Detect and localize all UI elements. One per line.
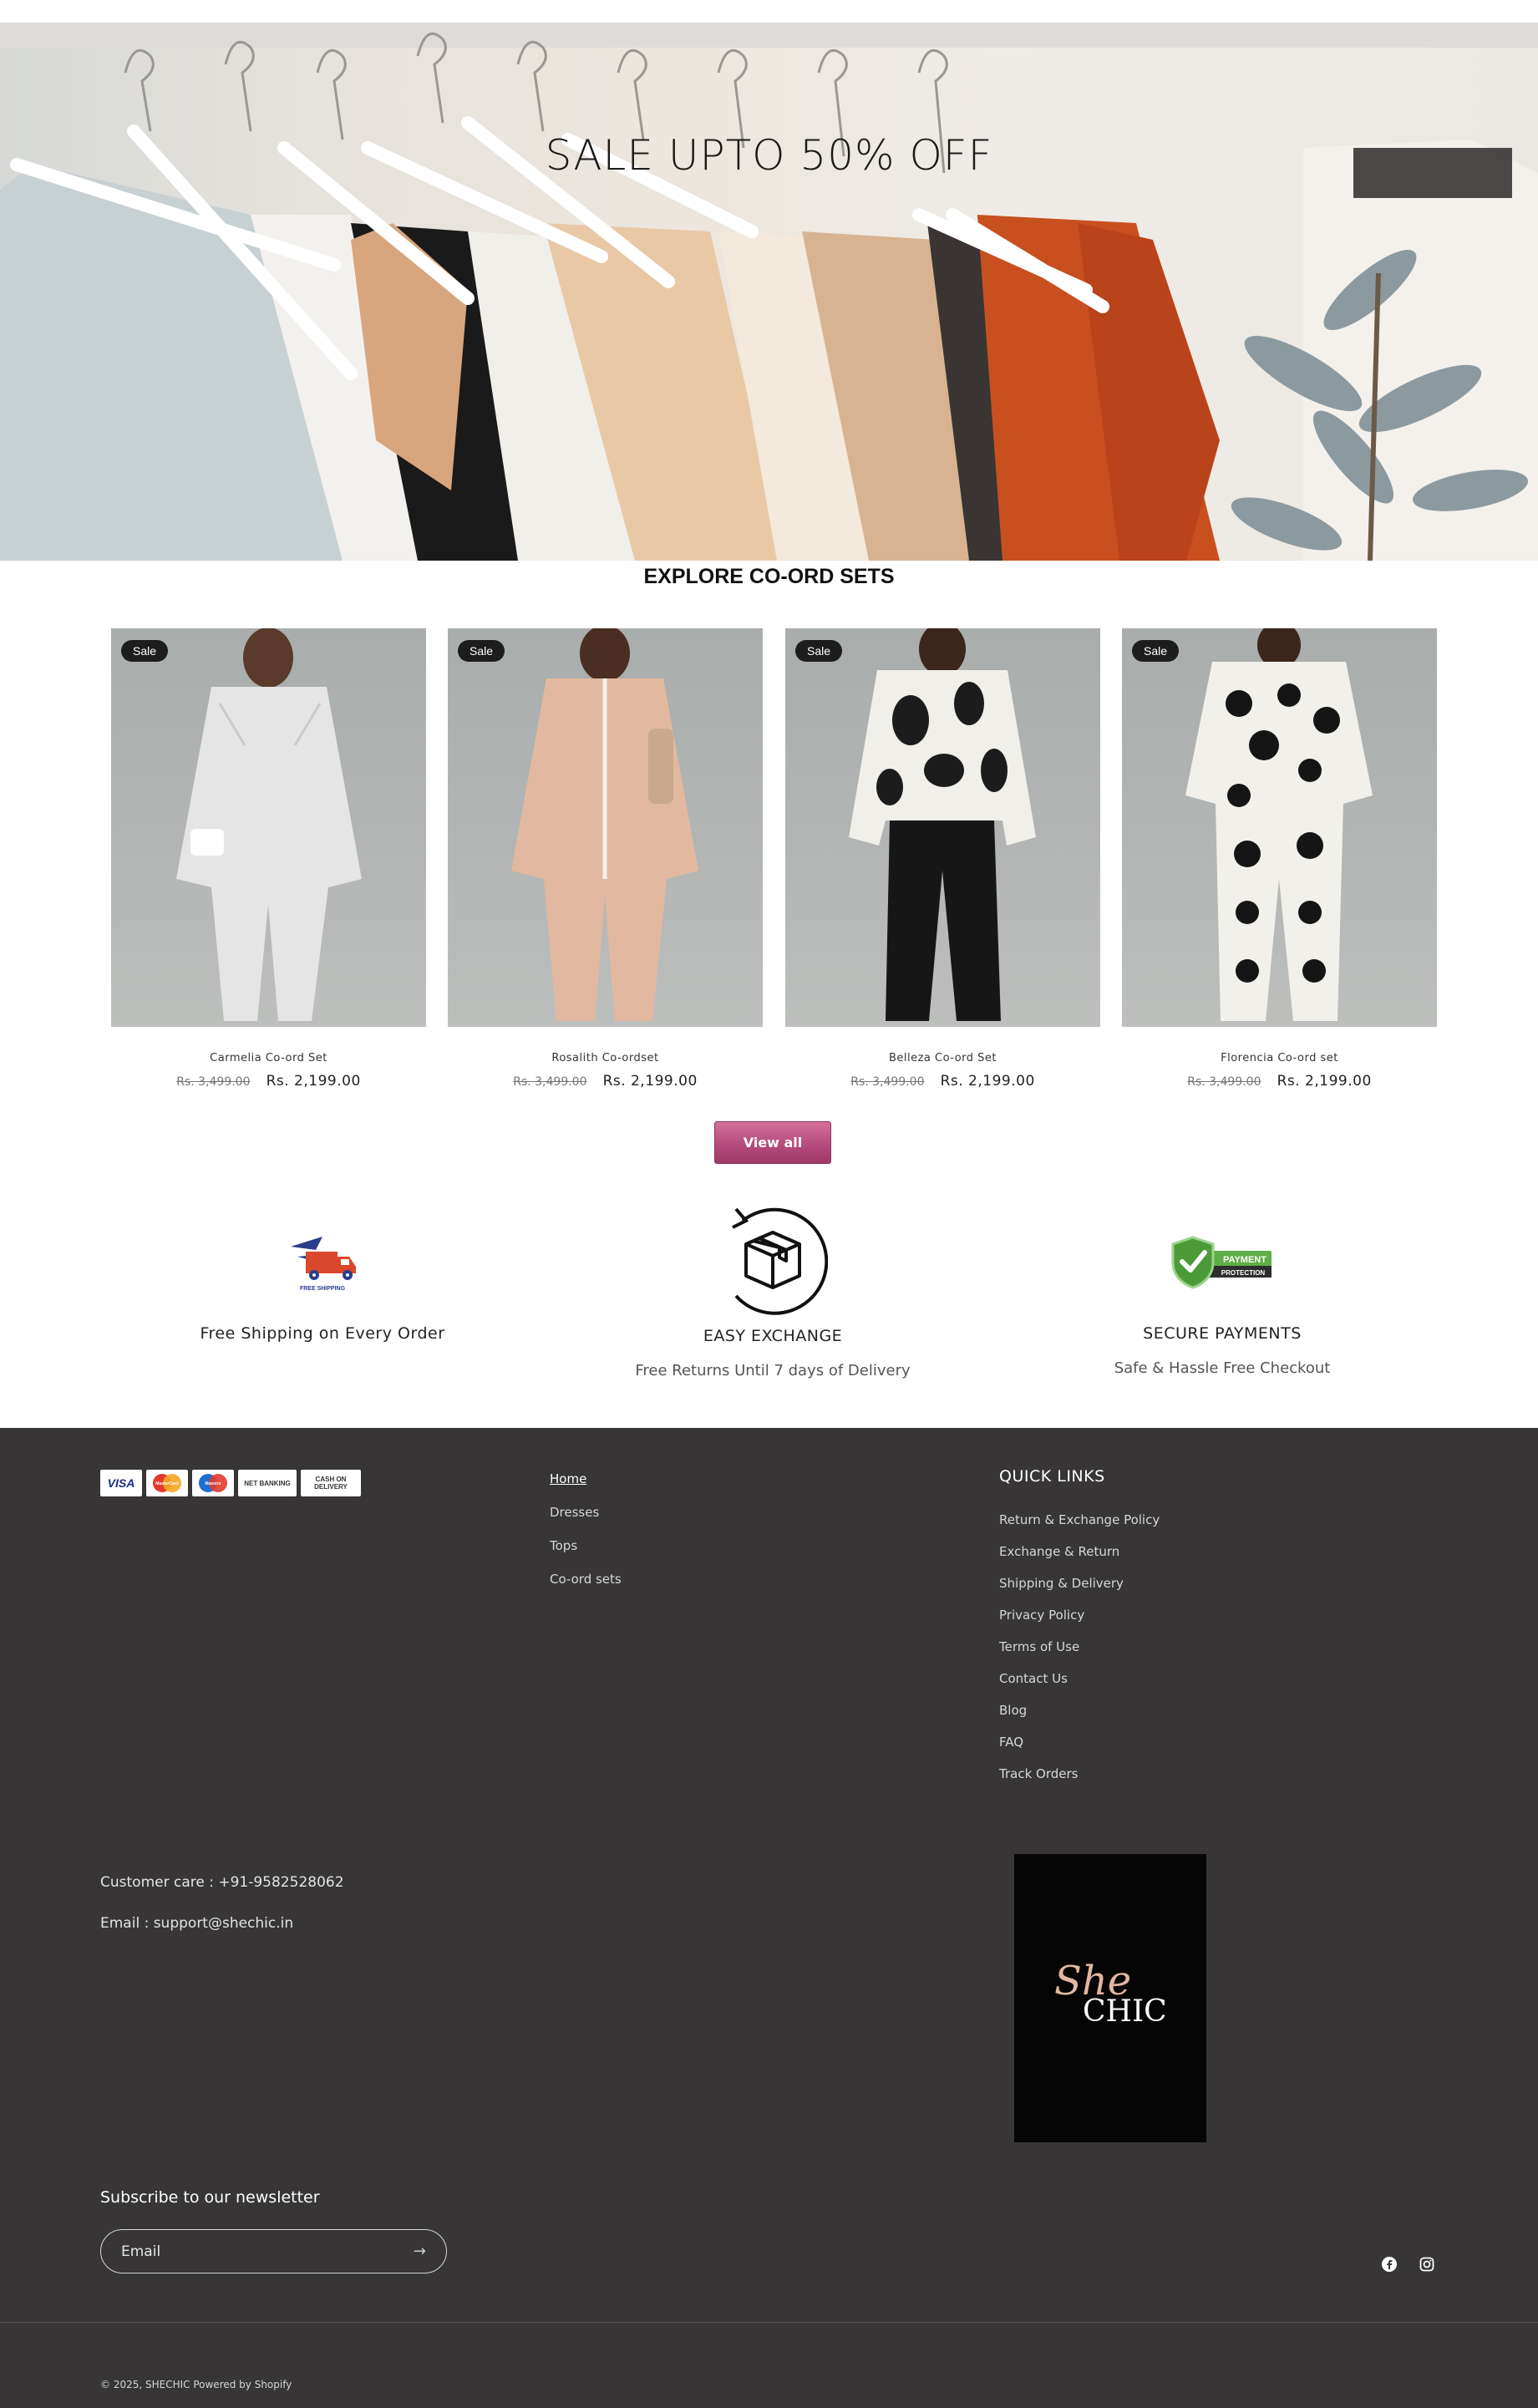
link-shipping-delivery[interactable]: Shipping & Delivery: [999, 1576, 1160, 1591]
customer-care: Customer care : +91-9582528062: [100, 1874, 344, 1891]
product-photo-florencia: [1185, 628, 1373, 1021]
payment-methods: VISA MasterCard Maestro NET BANKING CASH…: [100, 1470, 361, 1496]
product-old-price: Rs. 3,499.00: [176, 1075, 251, 1089]
product-name[interactable]: Carmelia Co-ord Set: [111, 1052, 426, 1064]
product-price: Rs. 3,499.00 Rs. 2,199.00: [111, 1073, 426, 1090]
visa-card-icon: VISA: [100, 1470, 142, 1496]
footer: VISA MasterCard Maestro NET BANKING CASH…: [0, 1428, 1538, 2408]
view-all-button[interactable]: View all: [714, 1121, 831, 1164]
feature-subtitle: Free Returns Until 7 days of Delivery: [635, 1362, 911, 1379]
link-track-orders[interactable]: Track Orders: [999, 1766, 1160, 1781]
link-blog[interactable]: Blog: [999, 1703, 1160, 1718]
cash-on-delivery-icon: CASH ON DELIVERY: [301, 1470, 361, 1496]
mastercard-icon: MasterCard: [146, 1470, 188, 1496]
newsletter-title: Subscribe to our newsletter: [100, 2188, 320, 2207]
feature-secure-payments: PAYMENT PROTECTION SECURE PAYMENTS Safe …: [1055, 1207, 1389, 1377]
copyright: © 2025, SHECHIC Powered by Shopify: [100, 2379, 292, 2390]
facebook-icon[interactable]: [1380, 2255, 1398, 2273]
link-privacy-policy[interactable]: Privacy Policy: [999, 1608, 1160, 1623]
sale-badge: Sale: [795, 640, 843, 662]
footer-nav-home[interactable]: Home: [550, 1471, 622, 1486]
product-old-price: Rs. 3,499.00: [1187, 1075, 1261, 1089]
product-name[interactable]: Rosalith Co-ordset: [448, 1052, 763, 1064]
support-email: Email : support@shechic.in: [100, 1915, 294, 1932]
product-photo-belleza: [849, 628, 1036, 1021]
quick-links-heading: QUICK LINKS: [999, 1467, 1105, 1486]
product-card[interactable]: Sale Rosalith Co-ordset Rs. 3,499.00 Rs.…: [448, 628, 763, 1090]
product-sale-price: Rs. 2,199.00: [266, 1073, 361, 1090]
product-image[interactable]: Sale: [1122, 628, 1437, 1027]
footer-nav-tops[interactable]: Tops: [550, 1538, 622, 1553]
feature-easy-exchange: EASY EXCHANGE Free Returns Until 7 days …: [606, 1201, 940, 1379]
product-card[interactable]: Sale Belleza Co-ord Set Rs. 3,499.00 Rs.…: [785, 628, 1100, 1090]
feature-title: Free Shipping on Every Order: [200, 1324, 445, 1343]
maestro-label: Maestro: [205, 1481, 221, 1486]
instagram-icon[interactable]: [1418, 2255, 1436, 2273]
product-old-price: Rs. 3,499.00: [850, 1075, 925, 1089]
product-card[interactable]: Sale Florencia Co-ord set Rs. 3,499.00 R…: [1122, 628, 1437, 1090]
quick-links: Return & Exchange Policy Exchange & Retu…: [999, 1512, 1160, 1798]
hero-banner: SALE UPTO 50% OFF: [0, 23, 1538, 561]
product-price: Rs. 3,499.00 Rs. 2,199.00: [448, 1073, 763, 1090]
product-card[interactable]: Sale Carmelia Co-ord Set Rs. 3,499.00 Rs…: [111, 628, 426, 1090]
net-banking-icon: NET BANKING: [238, 1470, 297, 1496]
logo-chic-text: CHIC: [1083, 1994, 1167, 2029]
product-price: Rs. 3,499.00 Rs. 2,199.00: [1122, 1073, 1437, 1090]
hero-title: SALE UPTO 50% OFF: [545, 131, 993, 180]
sale-badge: Sale: [121, 640, 169, 662]
feature-free-shipping: FREE SHIPPING Free Shipping on Every Ord…: [155, 1207, 490, 1343]
product-photo-rosalith: [511, 628, 698, 1021]
hero-clothes-rack-image: [0, 23, 1538, 561]
product-price: Rs. 3,499.00 Rs. 2,199.00: [785, 1073, 1100, 1090]
sale-badge: Sale: [458, 640, 505, 662]
mastercard-label: MasterCard: [155, 1481, 179, 1486]
product-image[interactable]: Sale: [785, 628, 1100, 1027]
product-old-price: Rs. 3,499.00: [513, 1075, 587, 1089]
maestro-card-icon: Maestro: [192, 1470, 234, 1496]
sale-badge: Sale: [1132, 640, 1180, 662]
email-input[interactable]: [121, 2243, 372, 2260]
link-exchange-return[interactable]: Exchange & Return: [999, 1544, 1160, 1559]
payment-icon-sublabel: PROTECTION: [1221, 1269, 1266, 1277]
product-sale-price: Rs. 2,199.00: [940, 1073, 1035, 1090]
footer-nav-co-ord-sets[interactable]: Co-ord sets: [550, 1572, 622, 1587]
product-name[interactable]: Belleza Co-ord Set: [785, 1052, 1100, 1064]
exchange-box-icon: [606, 1201, 940, 1323]
payment-protection-shield-icon: PAYMENT PROTECTION: [1055, 1207, 1389, 1316]
product-image[interactable]: Sale: [111, 628, 426, 1027]
feature-title: SECURE PAYMENTS: [1143, 1324, 1302, 1343]
link-return-exchange-policy[interactable]: Return & Exchange Policy: [999, 1512, 1160, 1527]
product-image[interactable]: Sale: [448, 628, 763, 1027]
newsletter-email-field[interactable]: →: [100, 2229, 447, 2273]
link-faq[interactable]: FAQ: [999, 1735, 1160, 1750]
feature-subtitle: Safe & Hassle Free Checkout: [1114, 1359, 1331, 1377]
product-photo-carmelia: [176, 628, 362, 1021]
product-name[interactable]: Florencia Co-ord set: [1122, 1052, 1437, 1064]
link-terms-of-use[interactable]: Terms of Use: [999, 1639, 1160, 1654]
feature-title: EASY EXCHANGE: [703, 1327, 843, 1345]
shechic-logo: She CHIC: [1014, 1854, 1206, 2142]
payment-icon-label: PAYMENT: [1223, 1255, 1266, 1265]
arrow-right-icon[interactable]: →: [414, 2243, 426, 2260]
collection-title: EXPLORE CO-ORD SETS: [643, 565, 895, 588]
footer-divider: [0, 2322, 1538, 2323]
free-shipping-truck-icon: FREE SHIPPING: [155, 1207, 490, 1316]
footer-nav: Home Dresses Tops Co-ord sets: [550, 1471, 622, 1605]
footer-nav-dresses[interactable]: Dresses: [550, 1505, 622, 1520]
product-sale-price: Rs. 2,199.00: [602, 1073, 698, 1090]
free-shipping-icon-label: FREE SHIPPING: [300, 1286, 346, 1292]
product-sale-price: Rs. 2,199.00: [1277, 1073, 1372, 1090]
link-contact-us[interactable]: Contact Us: [999, 1671, 1160, 1686]
